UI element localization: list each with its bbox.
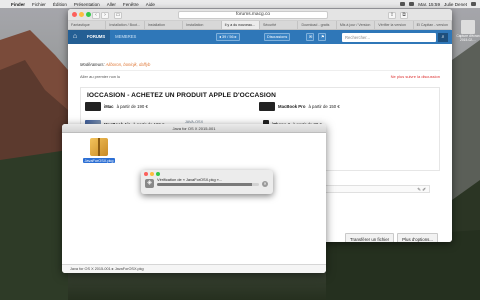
more-options-button[interactable]: Plus d'options...: [397, 233, 438, 242]
macbook-pro-icon: [259, 102, 275, 111]
tab[interactable]: Sécurité: [260, 21, 299, 29]
desktop-file-label: Capture d'écran 2015-02-...: [456, 34, 480, 42]
tab[interactable]: El Capitan - version: [414, 21, 452, 29]
tab-bar: Fantastique Installation / Boot... Insta…: [68, 21, 452, 30]
tab[interactable]: Fantastique: [68, 21, 107, 29]
pager[interactable]: ◂ 39 / 56 ▸: [216, 33, 240, 41]
home-icon[interactable]: ⌂: [68, 30, 82, 44]
pencil-icon[interactable]: ✎ ✐: [417, 187, 426, 193]
close-window-icon[interactable]: [72, 12, 77, 17]
back-icon[interactable]: ‹: [92, 11, 100, 19]
product-price: à partir de 150 €: [308, 104, 340, 109]
user-name[interactable]: Julie Denet: [444, 2, 467, 7]
search-icon[interactable]: ⌕: [438, 32, 448, 42]
transfer-file-button[interactable]: Transférer un fichier: [345, 233, 395, 242]
clock[interactable]: Mar. 15:59: [418, 2, 440, 7]
menu-aller[interactable]: Aller: [107, 2, 116, 7]
search-input[interactable]: Rechercher...: [342, 32, 436, 42]
share-icon[interactable]: ⇪: [388, 11, 396, 19]
sidebar-icon[interactable]: ▭: [114, 11, 122, 19]
cancel-icon[interactable]: ✕: [262, 181, 268, 187]
address-bar[interactable]: forums.macg.co: [178, 11, 328, 19]
verification-progress-bar: [157, 183, 259, 186]
promo-title: IOCCASION - ACHETEZ UN PRODUIT APPLE D'O…: [87, 92, 276, 99]
zoom-dialog-icon[interactable]: [156, 172, 160, 176]
first-unread-link[interactable]: Aller au premier non lu: [80, 74, 120, 79]
unfollow-link[interactable]: Ne plus suivre la discussion: [391, 74, 440, 79]
site-header: ⌂ FORUMS MEMBRES ◂ 39 / 56 ▸ Discussions…: [68, 30, 452, 44]
product-name: MacBook Pro: [278, 104, 306, 109]
package-icon: [90, 138, 108, 156]
tab[interactable]: Vérifier la version: [375, 21, 414, 29]
product-macbook-pro[interactable]: MacBook Pro à partir de 150 €: [259, 102, 340, 111]
menu-aide[interactable]: Aide: [146, 2, 155, 7]
moderators-label: Modérateurs:: [80, 62, 105, 67]
tab[interactable]: Installation: [183, 21, 222, 29]
imac-icon: [85, 102, 101, 111]
disk-image-title-area: JAVA-OSX: [62, 120, 326, 125]
discussions-button[interactable]: Discussions: [264, 33, 291, 41]
tab-active[interactable]: Il y a du nouveau...: [221, 21, 261, 29]
verification-text: Vérification de « JavaForOSX.pkg »...: [157, 177, 223, 182]
product-price: à partir de 190 €: [116, 104, 148, 109]
moderators-line: Modérateurs: Aliboron, boninjk, daffyb: [80, 62, 440, 67]
verification-dialog: ◈ Vérification de « JavaForOSX.pkg »... …: [141, 170, 273, 194]
menu-fichier[interactable]: Fichier: [32, 2, 46, 7]
package-filename: JavaForOSX.pkg: [82, 158, 116, 163]
menu-bar: Finder Fichier Édition Présentation Alle…: [0, 0, 480, 8]
finder-title: Java for OS X 2015-001: [172, 126, 216, 131]
divider: [80, 70, 440, 71]
minimize-window-icon[interactable]: [79, 12, 84, 17]
wifi-icon[interactable]: [400, 2, 406, 6]
nav-forums[interactable]: FORUMS: [82, 30, 111, 44]
disk-image-title: JAVA-OSX: [184, 120, 204, 124]
zoom-window-icon[interactable]: [86, 12, 91, 17]
finder-window: Java for OS X 2015-001 JavaForOSX.pkg Ja…: [62, 124, 326, 273]
menu-presentation[interactable]: Présentation: [74, 2, 100, 7]
tab[interactable]: Installation: [145, 21, 184, 29]
tab[interactable]: Download - gratis: [298, 21, 337, 29]
menu-fenetre[interactable]: Fenêtre: [123, 2, 139, 7]
moderator-names[interactable]: Aliboron, boninjk, daffyb: [106, 62, 151, 67]
product-imac[interactable]: iMac à partir de 190 €: [85, 102, 148, 111]
finder-titlebar[interactable]: Java for OS X 2015-001: [62, 124, 326, 133]
minimize-dialog-icon[interactable]: [150, 172, 154, 176]
screenshot-file-icon: [461, 20, 475, 34]
close-dialog-icon[interactable]: [144, 172, 148, 176]
path-bar[interactable]: Java for OS X 2015-001 ▸ JavaForOSX.pkg: [62, 264, 326, 273]
installer-icon: ◈: [145, 179, 154, 188]
mail-icon[interactable]: ✉: [306, 33, 314, 41]
desktop-file[interactable]: Capture d'écran 2015-02-...: [456, 20, 480, 42]
tabs-overview-icon[interactable]: ⧉: [400, 11, 408, 19]
spotlight-icon[interactable]: [471, 2, 476, 6]
tab[interactable]: Installation / Boot...: [106, 21, 145, 29]
menu-edition[interactable]: Édition: [53, 2, 67, 7]
package-file[interactable]: JavaForOSX.pkg: [80, 138, 118, 164]
progress-fill: [157, 183, 252, 186]
forward-icon[interactable]: ›: [101, 11, 109, 19]
battery-icon[interactable]: [409, 2, 415, 6]
browser-toolbar: ‹ › ▭ forums.macg.co ⇪ ⧉: [68, 9, 452, 21]
product-name: iMac: [104, 104, 114, 109]
menu-finder[interactable]: Finder: [11, 2, 25, 7]
flag-icon[interactable]: ⚑: [318, 33, 326, 41]
tab[interactable]: Mis à jour / Version: [337, 21, 376, 29]
nav-members[interactable]: MEMBRES: [110, 30, 141, 44]
